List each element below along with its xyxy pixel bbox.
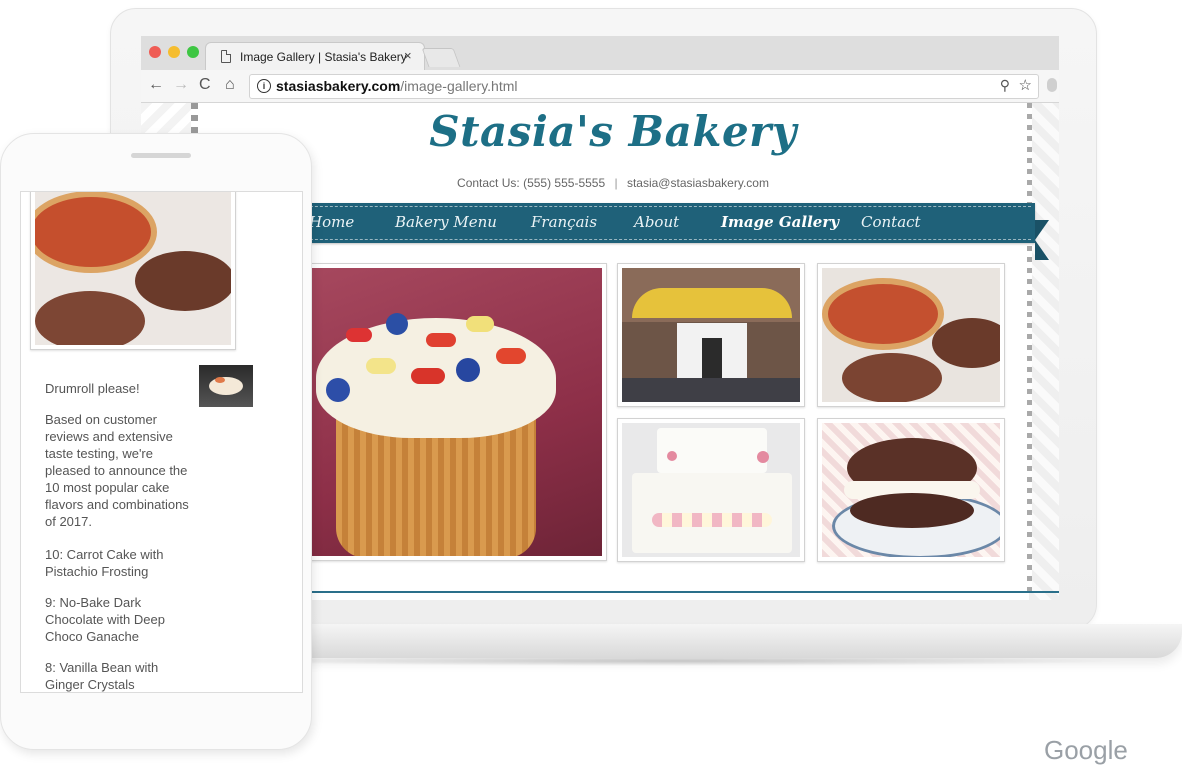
phone-heading: Drumroll please! <box>45 381 140 396</box>
contact-phone[interactable]: (555) 555-5555 <box>523 176 605 190</box>
contact-label: Contact Us: <box>457 176 520 190</box>
zoom-window-button[interactable] <box>187 46 199 58</box>
new-tab-button[interactable] <box>421 48 461 67</box>
browser-toolbar: ← → C ⌂ i stasiasbakery.com/image-galler… <box>141 70 1059 103</box>
laptop-base <box>170 624 1182 658</box>
nav-contact[interactable]: Contact <box>861 213 921 231</box>
home-icon[interactable]: ⌂ <box>225 76 235 94</box>
window-controls <box>149 46 199 58</box>
tab-close-icon[interactable]: × <box>404 48 412 63</box>
extension-icon[interactable] <box>1047 78 1057 92</box>
star-icon[interactable]: ☆ <box>1019 76 1032 94</box>
phone-list-item: 10: Carrot Cake with Pistachio Frosting <box>45 547 164 579</box>
phone-screen: Drumroll please! Based on customer revie… <box>20 191 303 693</box>
nav-about[interactable]: About <box>634 213 679 231</box>
nav-francais[interactable]: Français <box>531 213 597 231</box>
nav-bakery-menu[interactable]: Bakery Menu <box>395 213 497 231</box>
nav-home[interactable]: Home <box>309 213 354 231</box>
main-nav: Home Bakery Menu Français About Image Ga… <box>271 203 1035 243</box>
gallery-image-storefront[interactable] <box>617 263 805 407</box>
phone-list-item: 9: No-Bake Dark Chocolate with Deep Choc… <box>45 595 165 644</box>
gallery-image-cupcake[interactable] <box>301 263 607 561</box>
zoom-icon[interactable]: ⚲ <box>1000 77 1010 94</box>
forward-arrow-icon[interactable]: → <box>173 76 189 94</box>
browser-tab-bar: Image Gallery | Stasia's Bakery × <box>141 36 1059 71</box>
phone-speaker <box>131 153 191 158</box>
nav-ribbon-tail <box>1035 220 1049 260</box>
gallery-image-tarts[interactable] <box>817 263 1005 407</box>
contact-line: Contact Us: (555) 555-5555 | stasia@stas… <box>197 176 1029 190</box>
gallery-image-wedding-cake[interactable] <box>617 418 805 562</box>
tab-title: Image Gallery | Stasia's Bakery <box>240 50 407 64</box>
page-icon <box>221 50 231 63</box>
right-border-decoration <box>1029 103 1059 600</box>
nav-image-gallery[interactable]: Image Gallery <box>721 213 839 231</box>
url-text: stasiasbakery.com/image-gallery.html <box>276 78 518 94</box>
contact-separator: | <box>614 176 618 190</box>
phone-tart-image[interactable] <box>30 192 236 350</box>
info-icon[interactable]: i <box>257 79 271 93</box>
site-logo[interactable]: Stasia's Bakery <box>197 107 1029 156</box>
phone-cake-thumbnail[interactable] <box>199 365 253 407</box>
browser-tab[interactable]: Image Gallery | Stasia's Bakery × <box>205 42 425 71</box>
phone-device: Drumroll please! Based on customer revie… <box>0 133 312 750</box>
phone-list-item: 8: Vanilla Bean with Ginger Crystals <box>45 660 159 692</box>
reload-icon[interactable]: C <box>199 76 211 94</box>
close-window-button[interactable] <box>149 46 161 58</box>
address-bar[interactable]: i stasiasbakery.com/image-gallery.html ⚲… <box>249 74 1039 99</box>
back-arrow-icon[interactable]: ← <box>148 76 164 94</box>
phone-intro: Based on customer reviews and extensive … <box>45 412 189 529</box>
contact-email[interactable]: stasia@stasiasbakery.com <box>627 176 769 190</box>
minimize-window-button[interactable] <box>168 46 180 58</box>
gallery-image-whoopie-pie[interactable] <box>817 418 1005 562</box>
